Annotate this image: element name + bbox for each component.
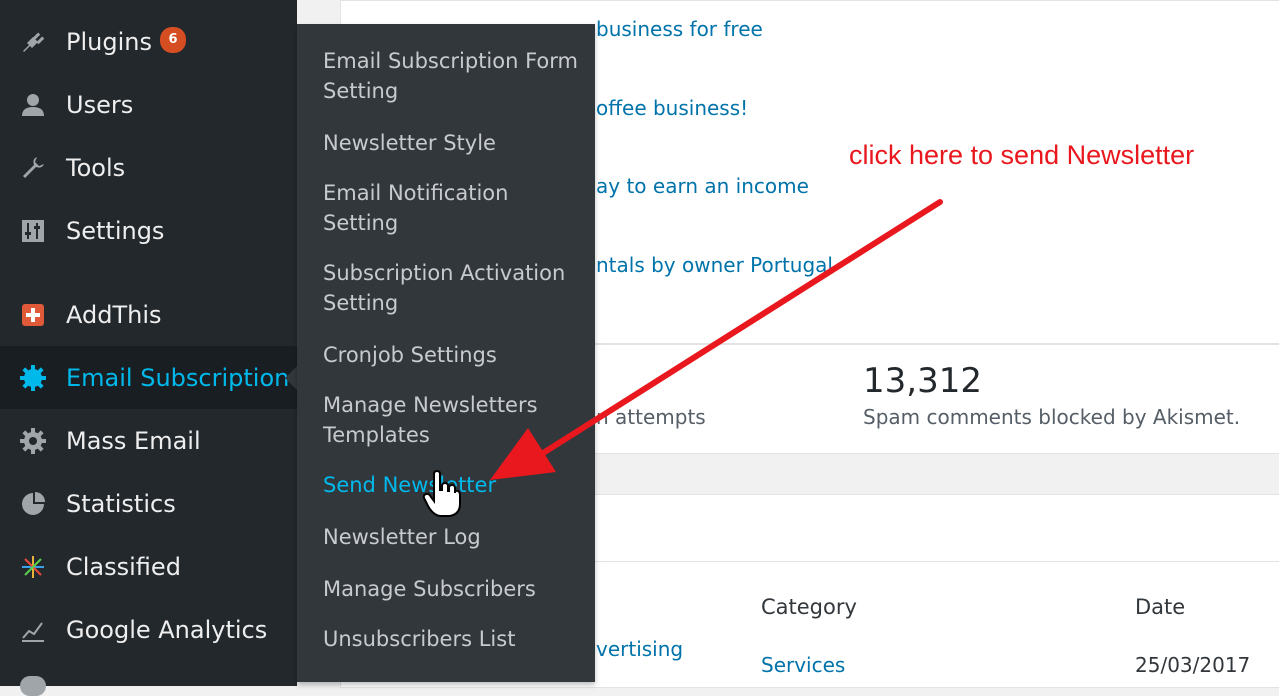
annotation-arrow xyxy=(490,199,943,480)
hand-pointer-cursor-icon xyxy=(422,470,461,517)
